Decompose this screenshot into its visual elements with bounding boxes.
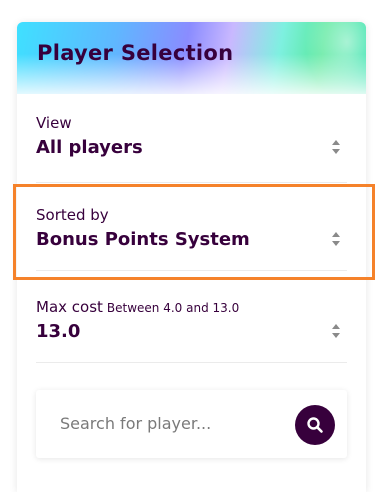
max-cost-value: 13.0	[36, 321, 81, 342]
sort-arrows-icon	[331, 324, 341, 338]
player-search-box	[36, 390, 347, 458]
search-icon	[307, 417, 323, 433]
search-input[interactable]	[46, 402, 314, 444]
sorted-by-label: Sorted by	[36, 206, 109, 224]
panel-header: Player Selection	[17, 22, 366, 94]
search-button[interactable]	[295, 405, 335, 445]
view-label: View	[36, 114, 72, 132]
sort-arrows-icon	[331, 140, 341, 154]
view-select[interactable]: View All players	[36, 114, 347, 183]
max-cost-hint: Between 4.0 and 13.0	[106, 301, 240, 315]
panel-title: Player Selection	[37, 41, 234, 65]
player-selection-panel: Player Selection View All players Sorted…	[17, 22, 366, 492]
sort-arrows-icon	[331, 232, 341, 246]
max-cost-select[interactable]: Max cost Between 4.0 and 13.0 13.0	[36, 298, 347, 363]
sorted-by-select[interactable]: Sorted by Bonus Points System	[36, 206, 347, 271]
max-cost-label: Max cost	[36, 298, 103, 316]
view-value: All players	[36, 137, 143, 158]
sorted-by-value: Bonus Points System	[36, 229, 250, 250]
